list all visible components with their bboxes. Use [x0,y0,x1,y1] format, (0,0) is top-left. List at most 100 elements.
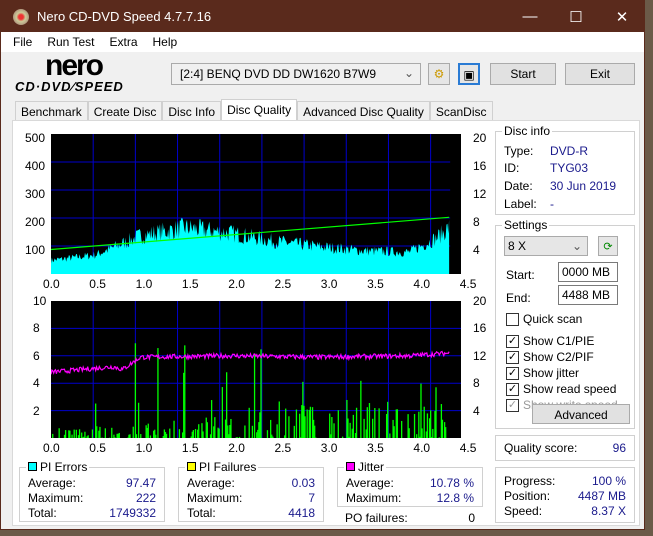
x-tick: 1.5 [181,441,199,455]
checkbox-box: ✓ [506,382,519,396]
pi-failure-bar [155,434,157,438]
pi-failure-bar [118,432,120,438]
pi-failure-bar [387,401,389,438]
x-tick: 3.0 [320,441,338,455]
jitter-title: Jitter [358,460,385,474]
label-label: Label: [504,197,537,211]
pi-failure-bar [253,353,256,438]
end-input[interactable]: 4488 MB [558,285,618,305]
y-left-tick: 200 [25,215,46,229]
pif-total-value: 4418 [288,506,315,520]
y-left-tick: 4 [33,376,40,391]
pi-failure-bar [396,409,399,438]
minimize-button[interactable]: — [507,1,553,32]
tab-disc-info[interactable]: Disc Info [162,101,222,121]
speed-select[interactable]: 8 X ⌄ [504,236,588,256]
checkbox-show-c1-pie[interactable]: ✓ Show C1/PIE [506,334,594,348]
y-right-tick: 16 [473,159,487,173]
pi-failure-bar [426,413,429,438]
checkbox-show-read-speed[interactable]: ✓ Show read speed [506,382,616,396]
y-right-tick: 8 [473,215,480,229]
progress-value: 100 % [591,474,626,488]
tab-advanced-disc-quality[interactable]: Advanced Disc Quality [297,101,430,121]
pi-failure-bar [401,420,403,438]
logo-text: nero [45,49,104,82]
pi-failure-bar [178,429,181,438]
y-left-tick: 400 [25,159,46,173]
x-tick: 4.5 [459,277,477,291]
x-tick: 0.0 [43,277,60,291]
start-label: Start: [506,268,535,282]
start-button[interactable]: Start [490,63,556,85]
pi-errors-title: PI Errors [40,460,88,474]
x-tick: 4.0 [413,441,431,455]
id-value: TYG03 [550,161,589,175]
jitter-maximum-label: Maximum: [346,491,402,505]
pi-failure-bar [96,426,98,438]
speed-value: 8 X [508,239,527,253]
checkbox-show-jitter[interactable]: ✓ Show jitter [506,366,579,380]
po-failures-value: 0 [468,511,475,525]
pi-failure-bar [432,428,434,438]
start-input[interactable]: 0000 MB [558,262,618,282]
x-tick: 2.0 [228,277,245,291]
jitter-maximum-value: 12.8 % [436,491,474,505]
menu-file[interactable]: File [13,35,32,49]
pi-failure-bar [309,406,312,438]
advanced-button[interactable]: Advanced [532,404,630,424]
pi-failure-bar [368,403,371,438]
jitter-swatch [346,462,355,471]
pi-failures-swatch [187,462,196,471]
checkbox-show-c2-pif[interactable]: ✓ Show C2/PIF [506,350,594,364]
drive-settings-icon[interactable]: ⚙ [428,63,450,85]
tab-benchmark[interactable]: Benchmark [15,101,88,121]
refresh-icon[interactable]: ⟳ [598,236,618,256]
exit-button[interactable]: Exit [565,63,635,85]
pi-failure-bar [69,430,71,438]
drive-select[interactable]: [2:4] BENQ DVD DD DW1620 B7W9 ⌄ [171,63,421,85]
save-icon[interactable]: ▣ [458,63,480,85]
pi-failure-bar [445,427,447,438]
pi-failure-bar [366,407,368,438]
pi-failure-bar [75,429,77,438]
pi-failures-group: PI Failures Average: 0.03 Maximum: 7 Total… [178,460,324,522]
pi-failure-bar [389,433,391,438]
pi-failure-bar [104,428,106,438]
pi-failure-bar [64,430,67,438]
y-right-tick: 4 [473,403,480,418]
pi-failure-bar [408,428,410,438]
disc-info-group: Disc info Type: DVD-R ID: TYG03 Date: 30 Ju… [495,124,635,215]
pi-failure-bar [418,411,420,438]
progress-label: Progress: [504,474,556,488]
window-title: Nero CD-DVD Speed 4.7.7.16 [37,9,212,24]
menu-help[interactable]: Help [153,35,178,49]
pi-failure-bar [413,414,416,438]
chevron-down-icon: ⌄ [571,239,582,253]
tab-scandisc[interactable]: ScanDisc [429,101,493,121]
pi-failure-bar [260,349,262,438]
type-value: DVD-R [550,144,588,158]
menu-run-test[interactable]: Run Test [47,35,94,49]
tab-disc-quality[interactable]: Disc Quality [221,99,298,121]
toolbar: nero CD·DVD⁄SPEED [2:4] BENQ DVD DD DW162… [1,49,644,95]
pi-failure-bar [441,419,444,438]
checkbox-quick-scan[interactable]: Quick scan [506,312,582,326]
jitter-group: Jitter Average: 10.78 % Maximum: 12.8 % [337,460,483,507]
tab-create-disc[interactable]: Create Disc [87,101,163,121]
close-button[interactable]: ✕ [599,1,645,32]
pi-failure-bar [78,429,81,438]
pi-failure-bar [81,432,83,438]
maximize-button[interactable]: ☐ [553,1,599,32]
pi-failure-bar [349,422,351,438]
pif-maximum-label: Maximum: [187,491,243,505]
menu-extra[interactable]: Extra [109,35,137,49]
pi-failure-bar [87,435,89,438]
checkbox-label: Show C2/PIF [523,350,594,364]
pi-failure-bar [202,431,204,438]
nero-logo: nero CD·DVD⁄SPEED [15,49,165,94]
pi-failure-bar [221,387,224,438]
pi-failure-bar [393,426,395,438]
x-tick: 3.5 [367,441,384,455]
date-label: Date: [504,179,533,193]
pi-errors-swatch [28,462,37,471]
